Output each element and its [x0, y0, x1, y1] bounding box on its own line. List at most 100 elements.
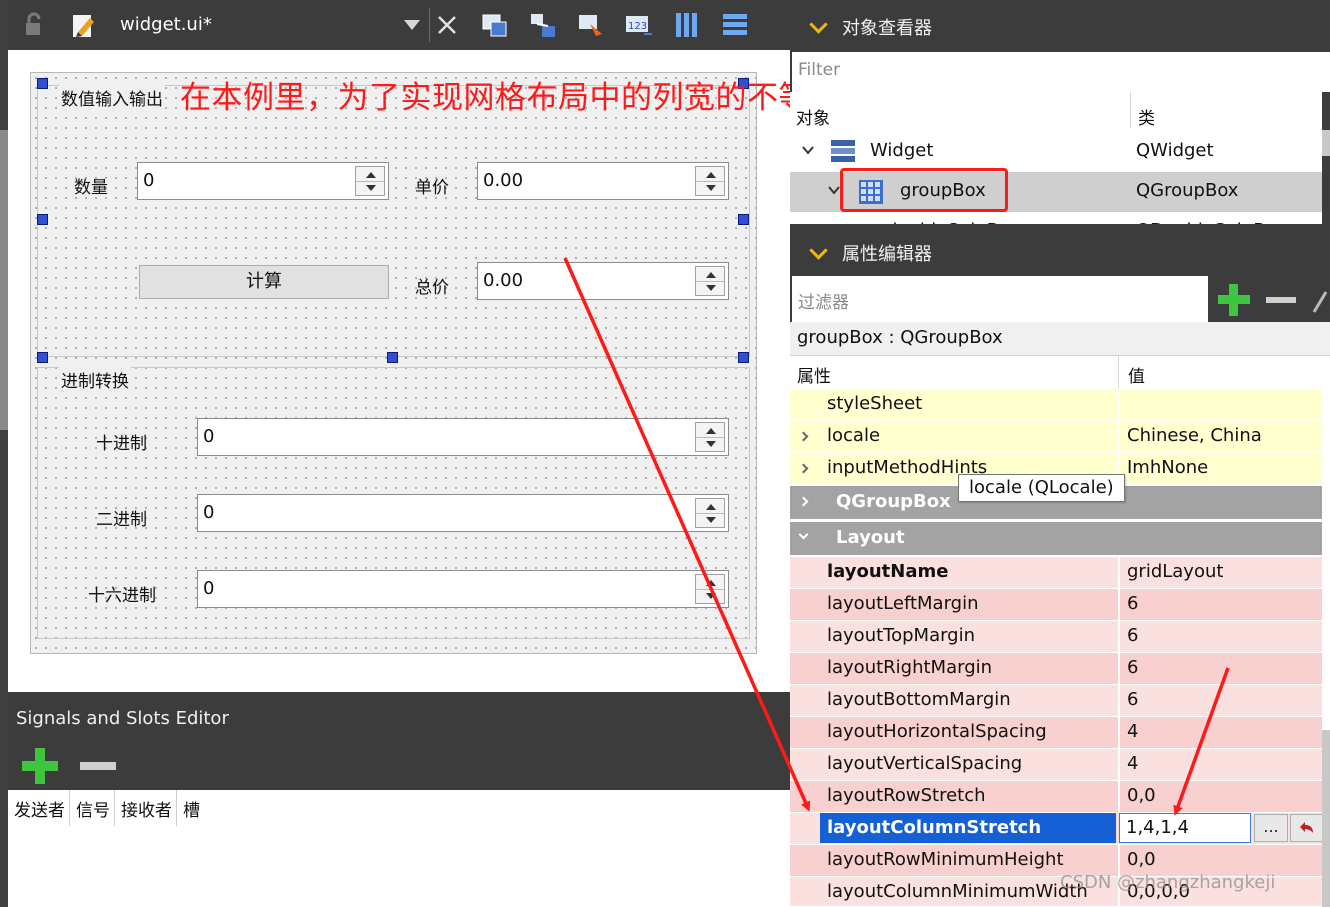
- column-signal[interactable]: 信号: [70, 790, 115, 826]
- qty-value: 0: [143, 170, 155, 191]
- hex-spinbox[interactable]: 0: [197, 570, 729, 608]
- remove-icon[interactable]: [78, 746, 118, 786]
- property-row-locale[interactable]: locale Chinese, China: [790, 421, 1322, 453]
- total-spinbox[interactable]: 0.00: [477, 262, 729, 300]
- property-row-stylesheet[interactable]: styleSheet: [790, 389, 1322, 421]
- edit-icon: [73, 15, 94, 37]
- add-icon[interactable]: [20, 746, 60, 786]
- locale-tooltip: locale (QLocale): [958, 474, 1125, 502]
- lock-icon[interactable]: [20, 10, 50, 40]
- property-row-layoutleftmargin[interactable]: layoutLeftMargin 6: [790, 589, 1322, 621]
- chevron-right-icon[interactable]: [798, 431, 809, 442]
- property-row-layoutcolumnstretch[interactable]: layoutColumnStretch 1,4,1,4 ...: [790, 813, 1324, 845]
- add-property-icon[interactable]: [1216, 282, 1252, 318]
- qty-label: 数量: [74, 178, 108, 198]
- property-name: layoutHorizontalSpacing: [827, 721, 1047, 742]
- tree-item-name: doubleSpinBox: [886, 220, 1020, 224]
- edit-buddies-icon[interactable]: [576, 10, 606, 40]
- property-value[interactable]: 6: [1127, 593, 1138, 614]
- column-slot[interactable]: 槽: [177, 790, 204, 826]
- column-object[interactable]: 对象: [796, 104, 830, 129]
- dec-spin-arrows[interactable]: [695, 422, 725, 452]
- property-row-layoutbottommargin[interactable]: layoutBottomMargin 6: [790, 685, 1322, 717]
- left-scrollbar[interactable]: [0, 130, 8, 430]
- dec-spinbox[interactable]: 0: [197, 418, 729, 456]
- edit-more-button[interactable]: ...: [1254, 814, 1288, 842]
- selection-handle[interactable]: [37, 352, 48, 363]
- property-value[interactable]: gridLayout: [1127, 561, 1223, 582]
- edit-signals-slots-icon[interactable]: [528, 10, 558, 40]
- signals-slots-table[interactable]: 发送者 信号 接收者 槽: [8, 790, 790, 907]
- widget-form[interactable]: 数值输入输出 数量 0 单价 0.00 计算 总价 0.00 进制转换 十进制 …: [30, 72, 757, 654]
- price-label: 单价: [415, 178, 449, 198]
- bin-spin-arrows[interactable]: [695, 498, 725, 528]
- property-filter-input[interactable]: 过滤器: [792, 276, 1208, 322]
- chevron-down-icon[interactable]: [828, 184, 840, 196]
- property-row-layouthorizontalspacing[interactable]: layoutHorizontalSpacing 4: [790, 717, 1322, 749]
- tree-row-widget[interactable]: Widget QWidget: [790, 132, 1322, 172]
- property-value[interactable]: 4: [1127, 753, 1138, 774]
- reset-property-button[interactable]: [1290, 814, 1324, 842]
- property-value[interactable]: Chinese, China: [1127, 425, 1262, 446]
- tree-item-class: QWidget: [1136, 140, 1214, 161]
- qty-spin-arrows[interactable]: [355, 166, 385, 196]
- property-row-layoutrowstretch[interactable]: layoutRowStretch 0,0: [790, 781, 1322, 813]
- property-row-layouttopmargin[interactable]: layoutTopMargin 6: [790, 621, 1322, 653]
- property-row-layoutverticalspacing[interactable]: layoutVerticalSpacing 4: [790, 749, 1322, 781]
- column-property[interactable]: 属性: [797, 362, 831, 387]
- column-class[interactable]: 类: [1138, 104, 1155, 129]
- chevron-right-icon[interactable]: [798, 496, 809, 507]
- chevron-right-icon[interactable]: [798, 463, 809, 474]
- configure-icon[interactable]: [1310, 286, 1330, 316]
- selection-handle[interactable]: [37, 214, 48, 225]
- object-tree-scrollbar[interactable]: [1322, 130, 1330, 156]
- property-value[interactable]: 4: [1127, 721, 1138, 742]
- property-name: layoutColumnMinimumWidth: [827, 881, 1088, 902]
- dec-value: 0: [203, 426, 215, 447]
- chevron-down-icon[interactable]: [809, 15, 828, 34]
- remove-property-icon[interactable]: [1264, 282, 1298, 318]
- property-value[interactable]: 6: [1127, 657, 1138, 678]
- chevron-down-icon[interactable]: [809, 241, 828, 260]
- object-filter-input[interactable]: Filter: [792, 52, 1330, 92]
- selection-handle[interactable]: [738, 352, 749, 363]
- property-value[interactable]: 6: [1127, 625, 1138, 646]
- groupbox-number-io[interactable]: [37, 85, 750, 357]
- object-tree[interactable]: 对象 类 Widget QWidget groupBox QGroupBox: [790, 92, 1322, 224]
- column-value[interactable]: 值: [1128, 362, 1145, 387]
- close-icon[interactable]: [432, 10, 462, 40]
- edit-widgets-icon[interactable]: [480, 10, 510, 40]
- property-value[interactable]: 0,0: [1127, 849, 1156, 870]
- chevron-down-icon[interactable]: [802, 144, 814, 156]
- property-row-layoutname[interactable]: layoutName gridLayout: [790, 557, 1322, 589]
- property-name: styleSheet: [827, 393, 923, 414]
- price-spinbox[interactable]: 0.00: [477, 162, 729, 200]
- property-value[interactable]: 0,0: [1127, 785, 1156, 806]
- selection-handle[interactable]: [37, 78, 48, 89]
- tree-item-name: Widget: [870, 140, 934, 161]
- layout-horizontal-icon[interactable]: [672, 10, 702, 40]
- property-name: layoutColumnStretch: [820, 813, 1116, 843]
- chevron-down-icon[interactable]: [798, 529, 809, 540]
- tree-row-doublespinbox[interactable]: doubleSpinBox QDoubleSpinBox: [790, 212, 1322, 224]
- layout-vertical-icon[interactable]: [720, 10, 750, 40]
- property-group-layout[interactable]: Layout: [790, 522, 1322, 556]
- selection-handle[interactable]: [387, 352, 398, 363]
- property-row-layoutrightmargin[interactable]: layoutRightMargin 6: [790, 653, 1322, 685]
- calculate-button[interactable]: 计算: [139, 265, 389, 299]
- qty-spinbox[interactable]: 0: [137, 162, 389, 200]
- price-spin-arrows[interactable]: [695, 166, 725, 196]
- edit-tab-order-icon[interactable]: 123: [624, 10, 654, 40]
- dec-label: 十进制: [96, 434, 147, 454]
- column-stretch-input[interactable]: 1,4,1,4: [1119, 813, 1251, 843]
- property-scrollbar[interactable]: [1322, 730, 1330, 907]
- dropdown-icon[interactable]: [404, 20, 420, 30]
- bin-spinbox[interactable]: 0: [197, 494, 729, 532]
- property-value[interactable]: ImhNone: [1127, 457, 1208, 478]
- hex-spin-arrows[interactable]: [695, 574, 725, 604]
- total-spin-arrows[interactable]: [695, 266, 725, 296]
- column-sender[interactable]: 发送者: [8, 790, 70, 826]
- property-value[interactable]: 6: [1127, 689, 1138, 710]
- selection-handle[interactable]: [738, 214, 749, 225]
- column-receiver[interactable]: 接收者: [115, 790, 177, 826]
